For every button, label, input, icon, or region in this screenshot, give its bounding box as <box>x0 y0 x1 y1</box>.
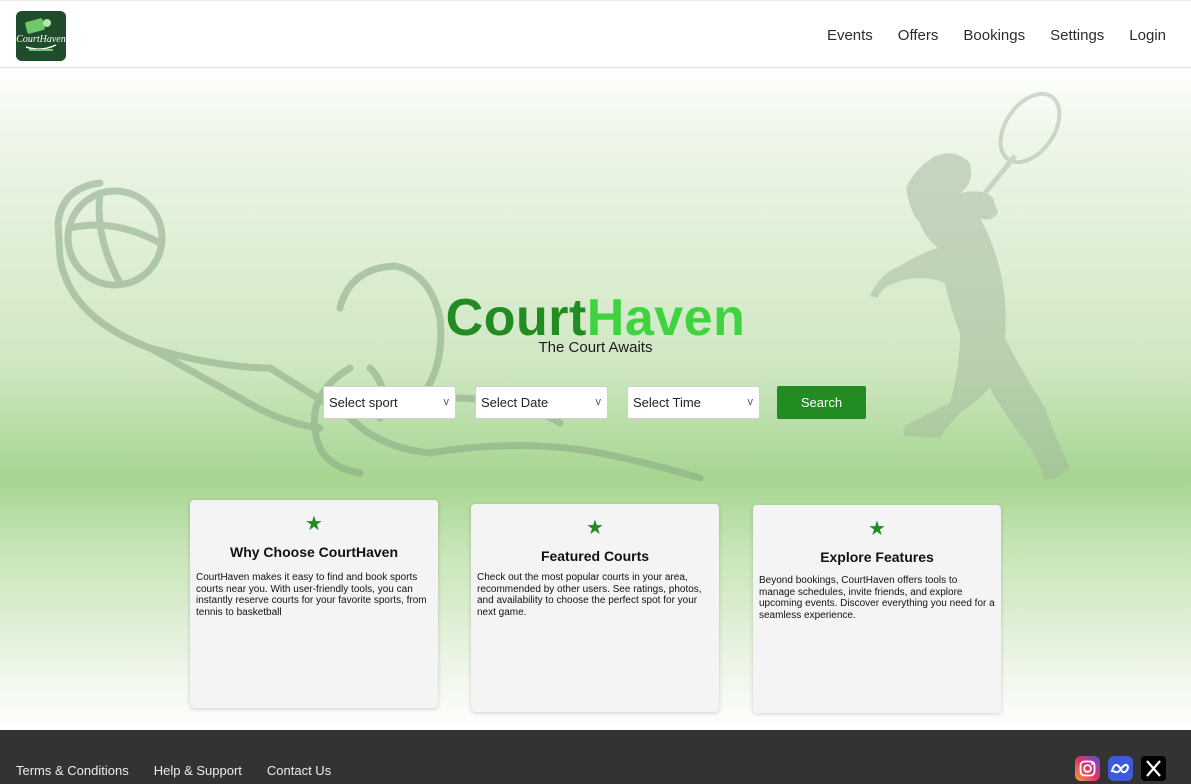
time-select[interactable]: Select Time v <box>627 386 760 419</box>
date-select[interactable]: Select Date v <box>475 386 608 419</box>
instagram-icon[interactable] <box>1075 756 1100 781</box>
footer-link-help[interactable]: Help & Support <box>154 763 242 778</box>
feature-card-why-choose: ★ Why Choose CourtHaven CourtHaven makes… <box>190 500 438 708</box>
footer: Terms & Conditions Help & Support Contac… <box>0 730 1191 784</box>
footer-link-contact[interactable]: Contact Us <box>267 763 331 778</box>
hero-section: CourtHaven The Court Awaits Select sport… <box>0 68 1191 730</box>
nav-events[interactable]: Events <box>827 27 873 44</box>
nav-login[interactable]: Login <box>1129 27 1166 44</box>
chevron-down-icon: v <box>747 396 754 408</box>
footer-links: Terms & Conditions Help & Support Contac… <box>16 763 331 778</box>
meta-icon[interactable] <box>1108 756 1133 781</box>
nav-offers[interactable]: Offers <box>898 27 939 44</box>
nav-settings[interactable]: Settings <box>1050 27 1104 44</box>
card-title: Why Choose CourtHaven <box>229 544 398 560</box>
logo-text: CourtHaven <box>16 34 65 45</box>
card-title: Featured Courts <box>540 548 650 564</box>
star-icon: ★ <box>305 513 323 535</box>
courthaven-logo[interactable]: CourtHaven <box>16 11 66 61</box>
feature-card-featured-courts: ★ Featured Courts Check out the most pop… <box>471 504 719 712</box>
sports-background-art <box>54 91 1070 482</box>
tennis-player-silhouette <box>870 91 1070 480</box>
sport-select[interactable]: Select sport v <box>323 386 456 419</box>
card-body: Beyond bookings, CourtHaven offers tools… <box>759 575 995 621</box>
social-links <box>1075 756 1166 781</box>
card-title: Explore Features <box>820 549 934 565</box>
card-body: CourtHaven makes it easy to find and boo… <box>196 572 427 618</box>
date-select-label: Select Date <box>481 395 549 410</box>
chevron-down-icon: v <box>595 396 602 408</box>
brand-heading: CourtHaven <box>0 290 1191 346</box>
star-icon: ★ <box>586 517 604 539</box>
card-body: Check out the most popular courts in you… <box>477 572 702 618</box>
nav-bookings[interactable]: Bookings <box>963 27 1025 44</box>
top-nav-bar: CourtHaven Events Offers Bookings Settin… <box>0 0 1191 68</box>
sport-select-label: Select sport <box>329 395 398 410</box>
logo-icon: CourtHaven <box>16 11 66 61</box>
main-nav: Events Offers Bookings Settings Login <box>827 1 1166 69</box>
time-select-label: Select Time <box>633 395 701 410</box>
footer-link-terms[interactable]: Terms & Conditions <box>16 763 129 778</box>
feature-card-explore-features: ★ Explore Features Beyond bookings, Cour… <box>753 505 1001 713</box>
x-icon[interactable] <box>1141 756 1166 781</box>
star-icon: ★ <box>868 518 886 540</box>
chevron-down-icon: v <box>443 396 450 408</box>
tagline: The Court Awaits <box>538 339 653 356</box>
search-button[interactable]: Search <box>777 386 866 419</box>
